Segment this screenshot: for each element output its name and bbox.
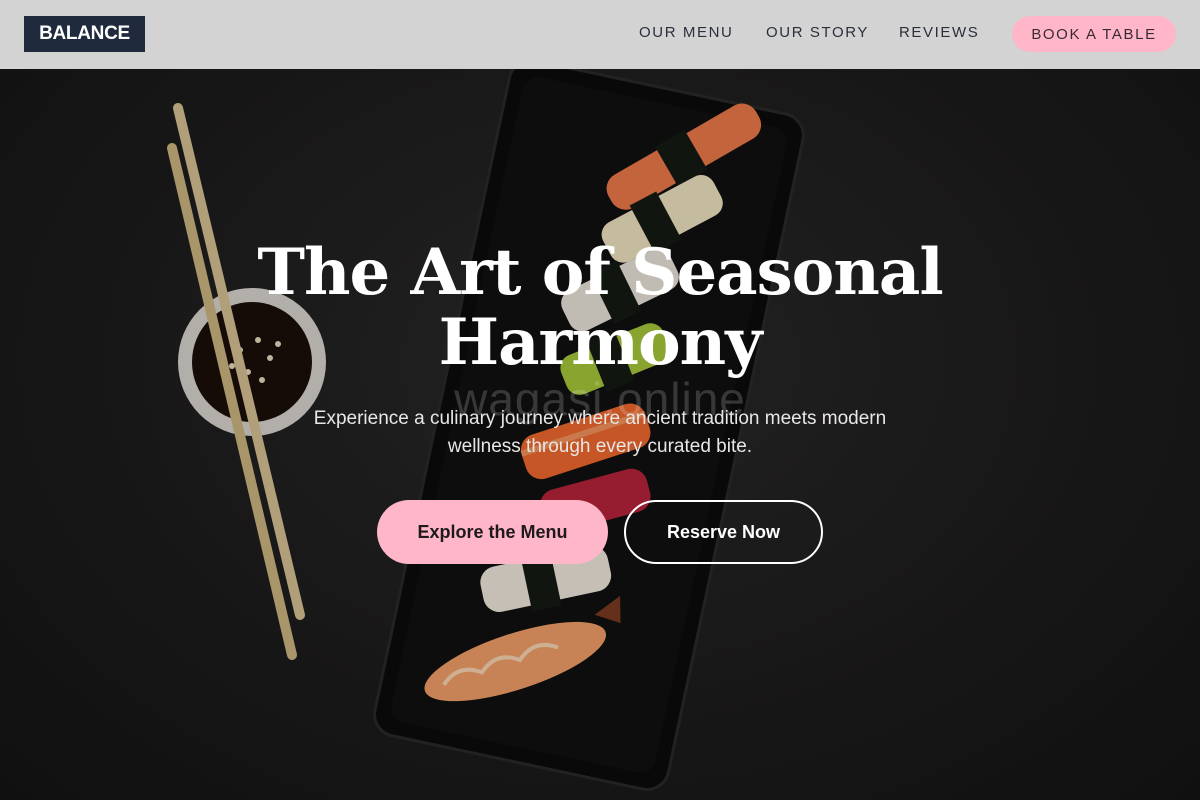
nav-link-our-story[interactable]: OUR STORY <box>766 24 869 41</box>
subtext-line-2: wellness through every curated bite. <box>447 436 753 457</box>
hero-subtext: Experience a culinary journey where anci… <box>270 405 930 461</box>
explore-menu-button[interactable]: Explore the Menu <box>377 500 608 564</box>
brand-logo[interactable]: BALANCE <box>24 16 145 52</box>
hero-headline: The Art of Seasonal Harmony <box>200 238 1000 378</box>
site-header: BALANCE OUR MENU OUR STORY REVIEWS BOOK … <box>0 0 1200 69</box>
nav-link-our-menu[interactable]: OUR MENU <box>639 24 733 41</box>
headline-line-1: The Art of Seasonal <box>257 235 943 310</box>
book-a-table-button[interactable]: BOOK A TABLE <box>1012 16 1176 52</box>
reserve-now-button[interactable]: Reserve Now <box>624 500 823 564</box>
headline-line-2: Harmony <box>438 305 763 380</box>
subtext-line-1: Experience a culinary journey where anci… <box>313 408 887 429</box>
nav-link-reviews[interactable]: REVIEWS <box>899 24 979 41</box>
